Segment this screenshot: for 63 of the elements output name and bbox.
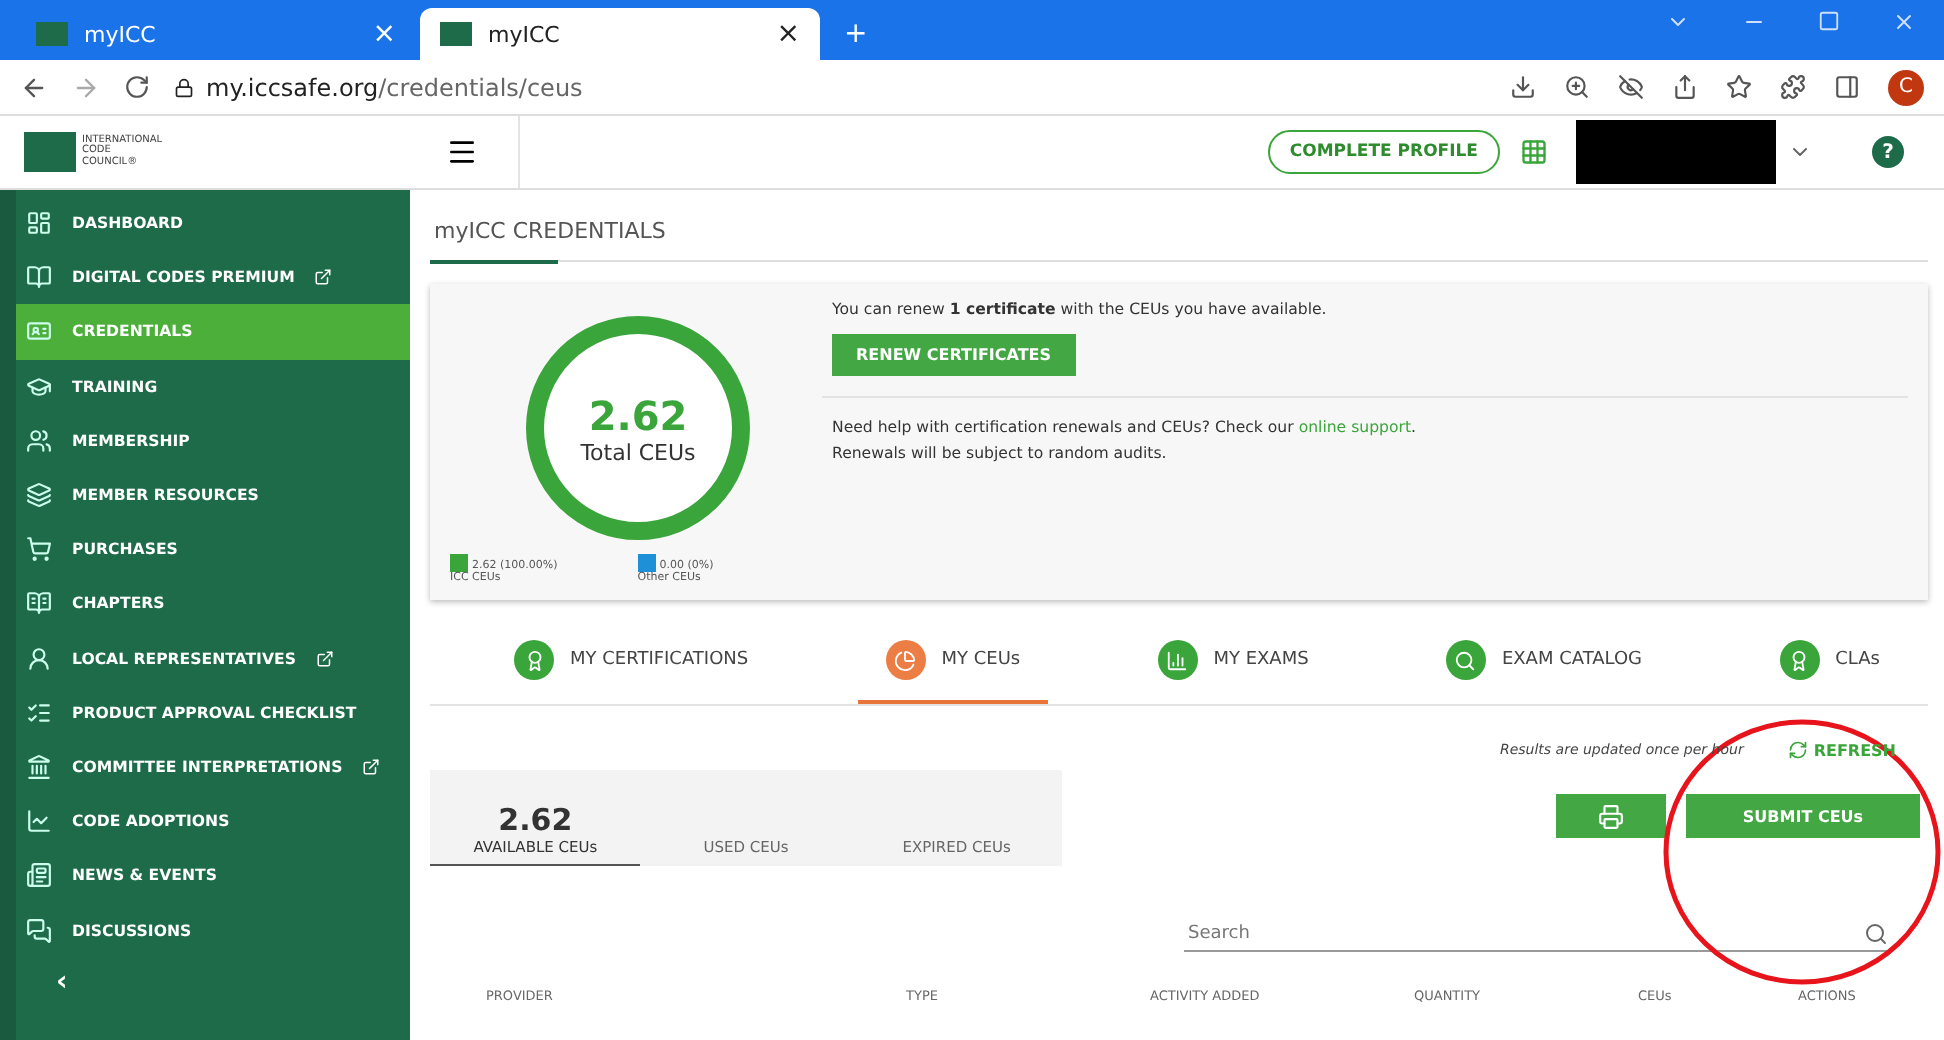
nav-icon <box>26 318 52 345</box>
browser-tab[interactable]: myICC × <box>16 8 416 60</box>
total-label: Total CEUs <box>580 439 696 465</box>
printer-icon <box>1598 803 1624 829</box>
search-icon <box>1864 922 1888 946</box>
nav-icon <box>26 427 52 454</box>
close-icon[interactable] <box>1892 10 1916 34</box>
collapse-button[interactable]: ‹ <box>16 957 410 1006</box>
section-tab[interactable]: CLAs <box>1751 628 1908 704</box>
nav-icon <box>26 590 52 617</box>
browser-tab[interactable]: myICC × <box>420 8 820 60</box>
nav-icon <box>26 373 52 400</box>
logo-icon <box>24 132 76 172</box>
external-link-icon <box>315 649 334 668</box>
download-icon[interactable] <box>1510 74 1536 100</box>
side-panel-icon[interactable] <box>1834 74 1860 100</box>
refresh-icon <box>1787 740 1808 760</box>
section-tab[interactable]: MY CERTIFICATIONS <box>486 628 777 704</box>
url-text[interactable]: my.iccsafe.org/credentials/ceus <box>206 73 583 101</box>
search-field[interactable]: Search <box>1184 922 1864 946</box>
favicon <box>36 22 68 46</box>
nav-icon <box>26 210 52 237</box>
nav-icon <box>26 699 52 726</box>
lock-icon <box>174 77 194 97</box>
nav-icon <box>26 917 52 944</box>
section-tab[interactable]: MY EXAMS <box>1129 628 1337 704</box>
back-icon[interactable] <box>20 73 48 101</box>
nav-icon <box>26 482 52 509</box>
total-value: 2.62 <box>588 391 688 439</box>
tab-icon <box>1445 640 1486 680</box>
menu-icon[interactable] <box>446 136 478 168</box>
tab-title: myICC <box>488 21 562 47</box>
tab-title: myICC <box>84 21 158 47</box>
tab-icon <box>1779 640 1820 680</box>
maximize-icon[interactable] <box>1818 10 1840 32</box>
nav-icon <box>26 536 52 563</box>
zoom-icon[interactable] <box>1564 74 1590 100</box>
new-tab-button[interactable]: + <box>824 18 888 60</box>
apps-grid-icon[interactable] <box>1520 138 1548 166</box>
tab-icon <box>1157 640 1198 680</box>
close-tab-button[interactable]: × <box>776 18 800 50</box>
star-icon[interactable] <box>1726 74 1752 100</box>
section-tab[interactable]: MY CEUs <box>857 628 1049 704</box>
puzzle-icon[interactable] <box>1780 74 1806 100</box>
profile-avatar[interactable]: C <box>1888 69 1924 105</box>
nav-icon <box>26 808 52 835</box>
close-tab-button[interactable]: × <box>372 18 396 50</box>
favicon <box>440 22 472 46</box>
tab-icon <box>885 640 926 680</box>
nav-icon <box>26 264 52 291</box>
eye-off-icon[interactable] <box>1618 74 1644 100</box>
external-link-icon <box>362 757 381 776</box>
external-link-icon <box>314 268 333 287</box>
section-tab[interactable]: EXAM CATALOG <box>1417 628 1671 704</box>
reload-icon[interactable] <box>124 74 150 100</box>
help-icon[interactable]: ? <box>1872 136 1904 168</box>
nav-icon <box>26 645 52 672</box>
nav-icon <box>26 753 52 780</box>
nav-icon <box>26 862 52 889</box>
share-icon[interactable] <box>1672 74 1698 100</box>
complete-profile-button[interactable]: COMPLETE PROFILE <box>1267 130 1500 174</box>
print-button[interactable] <box>1556 794 1666 838</box>
tab-icon <box>514 640 554 680</box>
